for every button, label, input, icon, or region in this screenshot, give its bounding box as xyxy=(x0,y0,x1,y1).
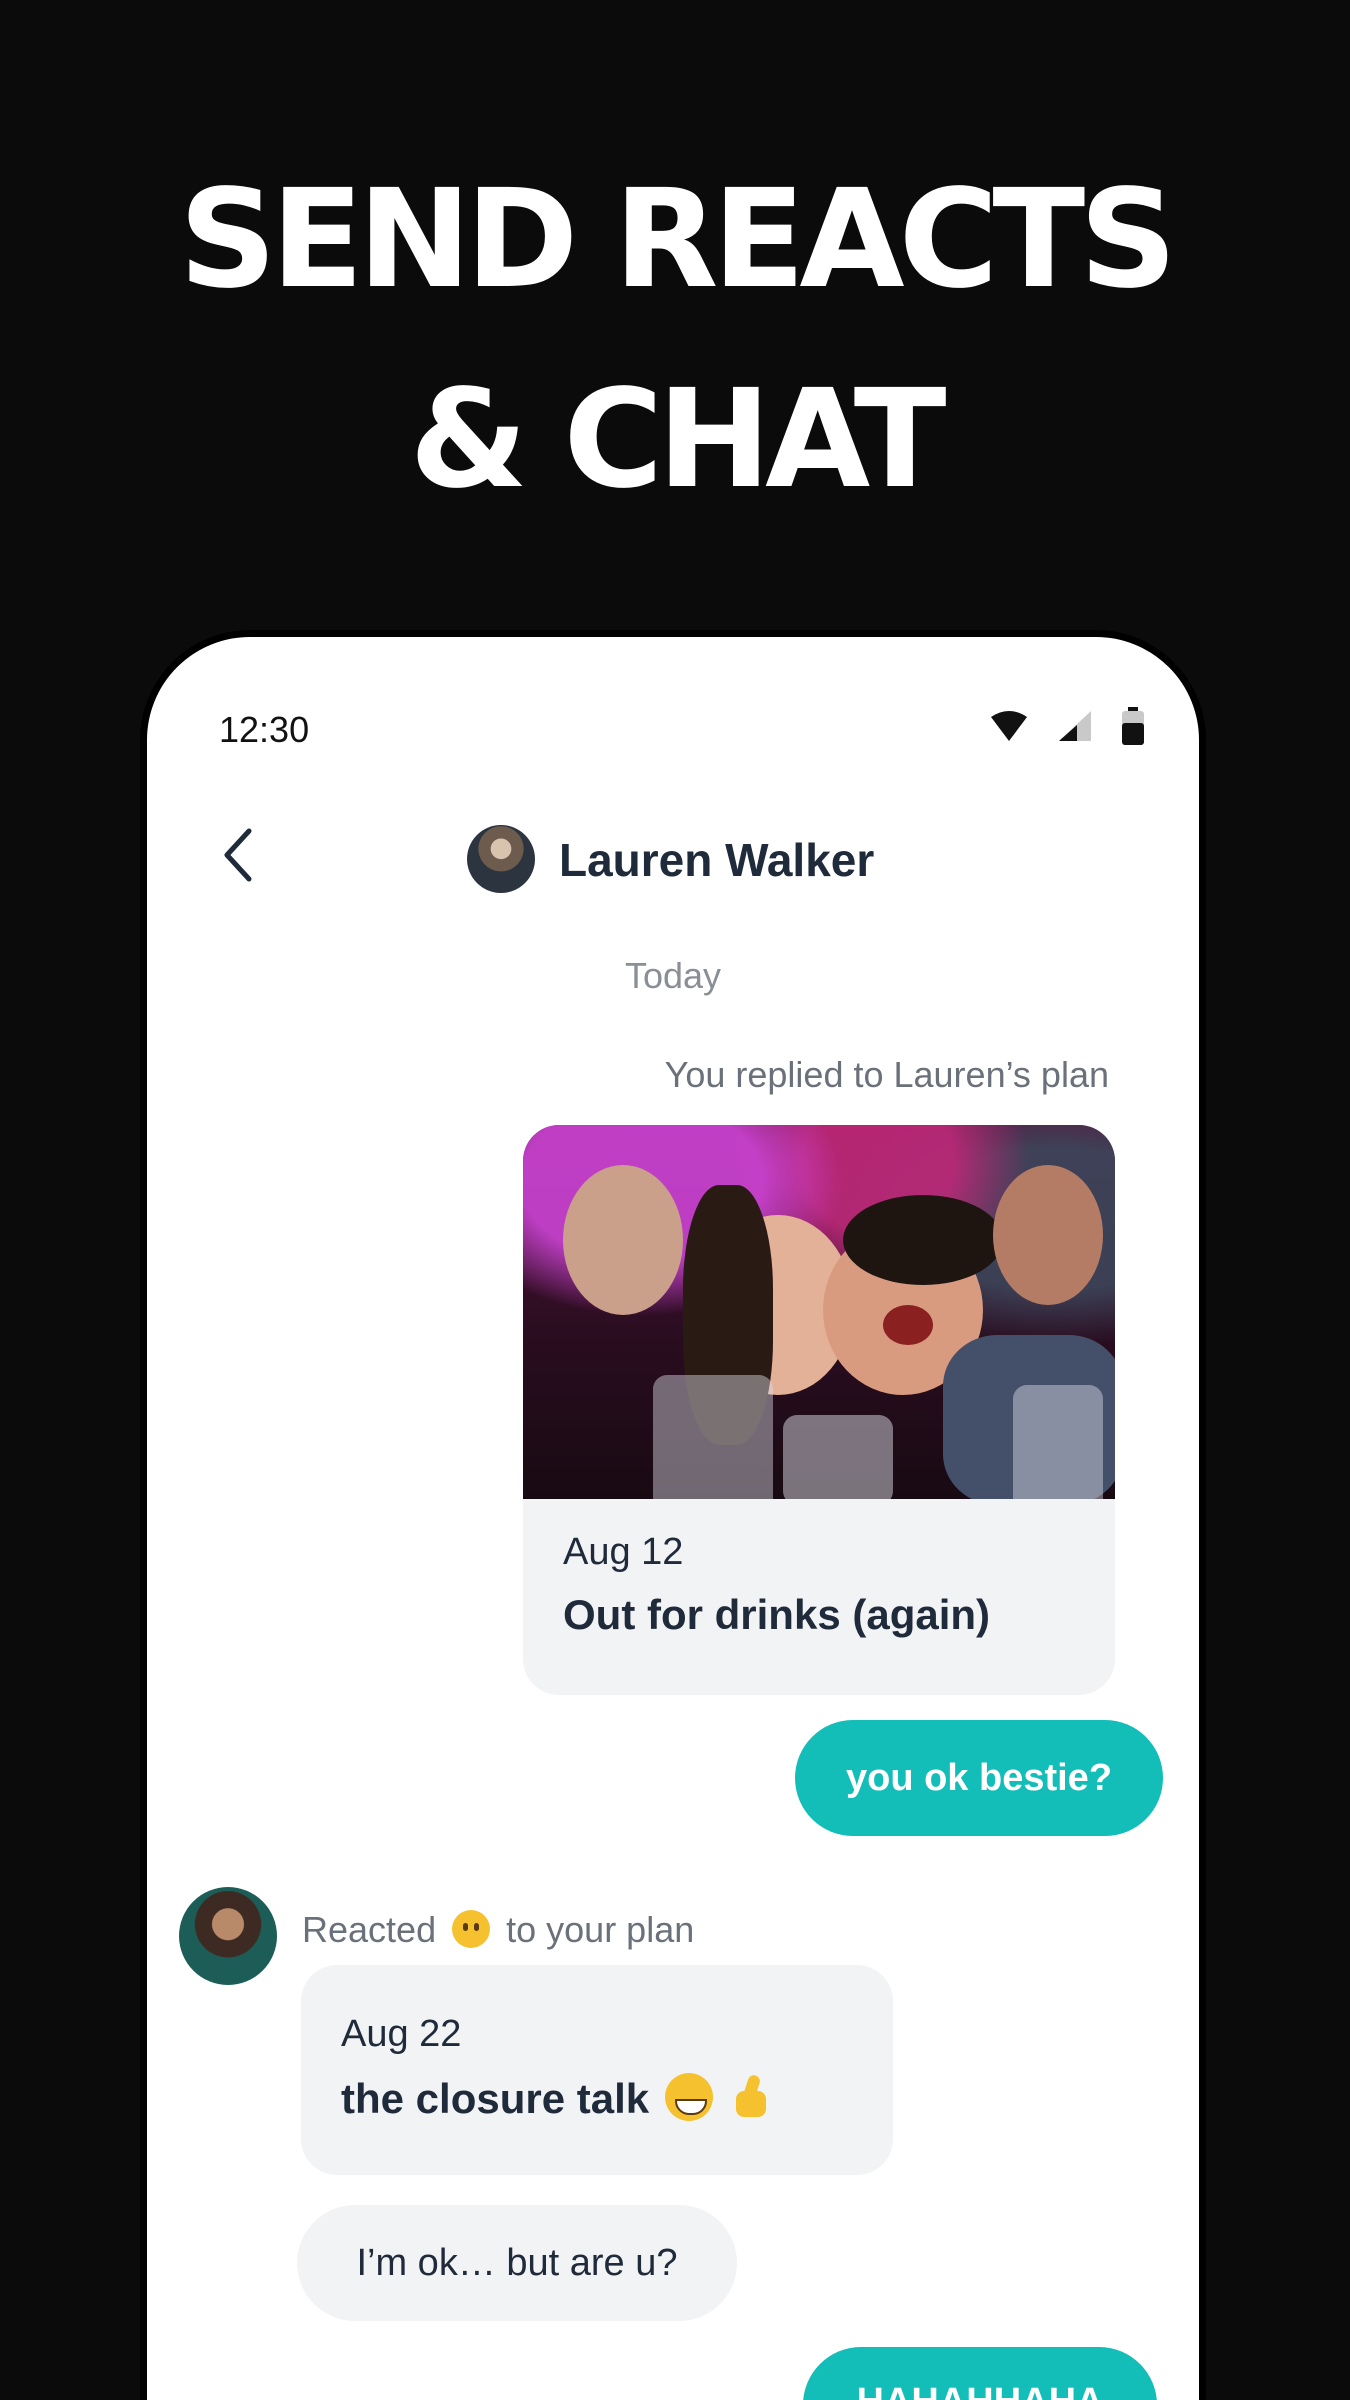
headline-line-1: SEND REACTS xyxy=(178,161,1177,319)
cell-signal-icon xyxy=(1059,711,1091,741)
contact-name[interactable]: Lauren Walker xyxy=(559,833,874,887)
status-icons xyxy=(989,707,1145,745)
message-bubble-incoming[interactable]: I’m ok… but are u? xyxy=(297,2205,737,2321)
reaction-label: Reacted to your plan xyxy=(302,1909,694,1951)
reaction-suffix: to your plan xyxy=(506,1909,695,1950)
grinning-emoji-icon xyxy=(664,2073,713,2121)
reacted-plan-card[interactable]: Aug 22 the closure talk xyxy=(301,1965,893,2175)
chevron-left-icon[interactable] xyxy=(215,825,265,885)
message-bubble-outgoing[interactable]: HAHAHHAHA xyxy=(803,2347,1157,2400)
thumbs-up-emoji-icon xyxy=(728,2073,776,2121)
headline: SEND REACTS & CHAT xyxy=(0,140,1350,540)
headline-line-2: & CHAT xyxy=(409,361,946,519)
day-separator: Today xyxy=(624,955,722,996)
reaction-prefix: Reacted xyxy=(302,1909,437,1950)
raised-eyebrow-emoji-icon xyxy=(452,1910,491,1948)
wifi-icon xyxy=(991,711,1027,741)
phone-frame: 12:30 Lauren Walker Today You replied to… xyxy=(140,630,1206,2400)
plan-title: the closure talk xyxy=(341,2075,650,2122)
app-store-screenshot: SEND REACTS & CHAT 12:30 Lauren Walker T… xyxy=(0,0,1350,2400)
avatar[interactable] xyxy=(179,1887,277,1985)
reply-context-label: You replied to Lauren’s plan xyxy=(664,1054,1109,1095)
status-time: 12:30 xyxy=(219,709,310,750)
plan-date: Aug 22 xyxy=(341,2013,462,2055)
plan-title-row: the closure talk xyxy=(341,2073,776,2123)
plan-photo xyxy=(523,1125,1115,1499)
message-bubble-outgoing[interactable]: you ok bestie? xyxy=(795,1720,1163,1836)
battery-icon xyxy=(1122,707,1144,745)
avatar[interactable] xyxy=(467,825,535,893)
plan-card[interactable]: Aug 12 Out for drinks (again) xyxy=(523,1125,1115,1695)
plan-date: Aug 12 xyxy=(563,1531,684,1573)
plan-title: Out for drinks (again) xyxy=(563,1591,991,1638)
